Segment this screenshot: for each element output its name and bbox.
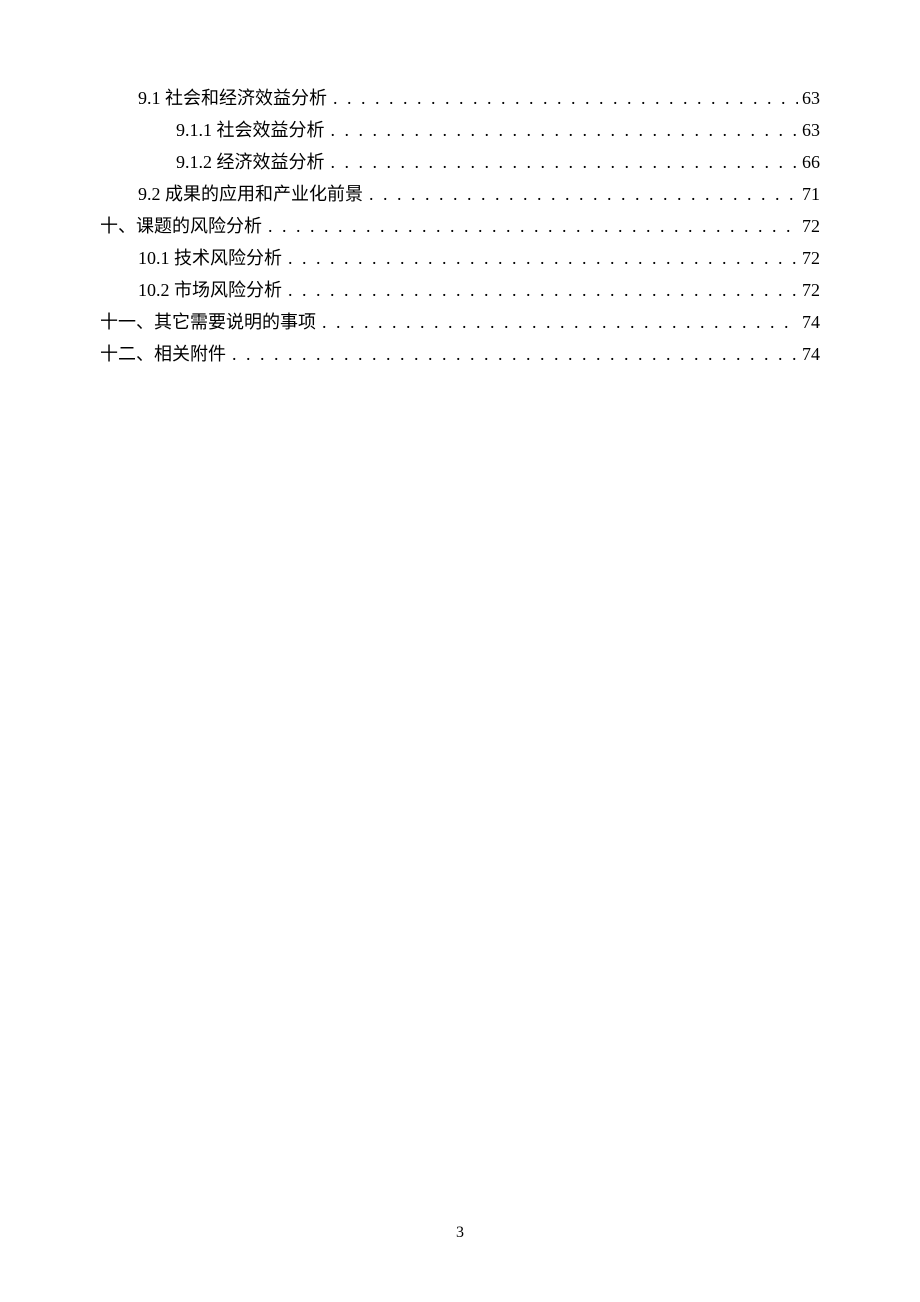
toc-entry: 9.2 成果的应用和产业化前景 71	[100, 178, 820, 210]
toc-entry: 9.1.2 经济效益分析 66	[100, 146, 820, 178]
toc-leader-dots	[232, 338, 798, 370]
toc-leader-dots	[288, 274, 798, 306]
toc-page-number: 74	[802, 338, 820, 370]
toc-page-number: 63	[802, 114, 820, 146]
toc-label: 10.1 技术风险分析	[138, 242, 282, 274]
toc-leader-dots	[288, 242, 798, 274]
toc-entry: 十、课题的风险分析 72	[100, 210, 820, 242]
table-of-contents: 9.1 社会和经济效益分析 63 9.1.1 社会效益分析 63 9.1.2 经…	[100, 82, 820, 370]
page-content: 9.1 社会和经济效益分析 63 9.1.1 社会效益分析 63 9.1.2 经…	[0, 0, 920, 370]
toc-label: 9.1 社会和经济效益分析	[138, 82, 327, 114]
toc-leader-dots	[268, 210, 798, 242]
toc-label: 10.2 市场风险分析	[138, 274, 282, 306]
toc-label: 9.1.2 经济效益分析	[176, 146, 325, 178]
toc-leader-dots	[369, 178, 798, 210]
toc-label: 9.2 成果的应用和产业化前景	[138, 178, 363, 210]
toc-page-number: 72	[802, 242, 820, 274]
toc-entry: 十一、其它需要说明的事项 74	[100, 306, 820, 338]
toc-label: 9.1.1 社会效益分析	[176, 114, 325, 146]
toc-leader-dots	[331, 114, 799, 146]
toc-leader-dots	[331, 146, 799, 178]
toc-label: 十二、相关附件	[100, 338, 226, 370]
toc-leader-dots	[322, 306, 798, 338]
toc-entry: 10.2 市场风险分析 72	[100, 274, 820, 306]
toc-page-number: 72	[802, 274, 820, 306]
toc-page-number: 71	[802, 178, 820, 210]
toc-label: 十、课题的风险分析	[100, 210, 262, 242]
toc-leader-dots	[333, 82, 798, 114]
toc-page-number: 63	[802, 82, 820, 114]
toc-entry: 10.1 技术风险分析 72	[100, 242, 820, 274]
toc-entry: 9.1.1 社会效益分析 63	[100, 114, 820, 146]
toc-page-number: 74	[802, 306, 820, 338]
toc-entry: 9.1 社会和经济效益分析 63	[100, 82, 820, 114]
page-number: 3	[0, 1224, 920, 1242]
toc-label: 十一、其它需要说明的事项	[100, 306, 316, 338]
toc-page-number: 72	[802, 210, 820, 242]
toc-page-number: 66	[802, 146, 820, 178]
toc-entry: 十二、相关附件 74	[100, 338, 820, 370]
